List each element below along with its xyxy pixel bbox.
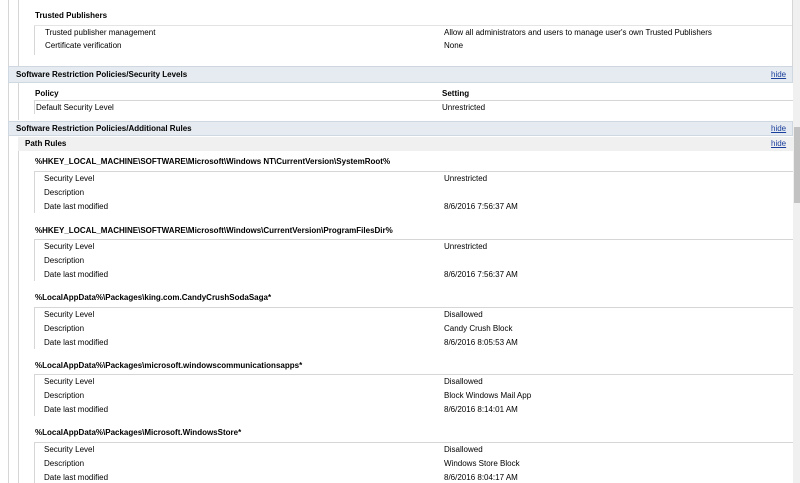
rule-left-line bbox=[34, 307, 35, 349]
rule-security-level-label: Security Level bbox=[44, 310, 95, 319]
path-rules-header bbox=[18, 137, 793, 151]
rule-description-label: Description bbox=[44, 391, 85, 400]
rule-date-modified-value: 8/6/2016 8:04:17 AM bbox=[444, 473, 518, 482]
trusted-publisher-management-label: Trusted publisher management bbox=[45, 28, 156, 37]
rule-top-line bbox=[34, 307, 793, 308]
rule-security-level-value: Disallowed bbox=[444, 310, 483, 319]
certificate-verification-label: Certificate verification bbox=[45, 41, 122, 50]
default-security-level-value: Unrestricted bbox=[442, 103, 486, 112]
rule-left-line bbox=[34, 171, 35, 213]
rule-security-level-label: Security Level bbox=[44, 174, 95, 183]
rule-path: %LocalAppData%\Packages\microsoft.window… bbox=[35, 361, 303, 370]
policy-column-header: Policy bbox=[35, 89, 59, 98]
rule-top-line bbox=[34, 171, 793, 172]
trusted-guide-line bbox=[18, 0, 19, 66]
rule-description-label: Description bbox=[44, 459, 85, 468]
path-rules-hide-link[interactable]: hide bbox=[771, 139, 786, 149]
rule-date-modified-value: 8/6/2016 7:56:37 AM bbox=[444, 202, 518, 211]
rule-description-value: Windows Store Block bbox=[444, 459, 520, 468]
rule-date-modified-value: 8/6/2016 7:56:37 AM bbox=[444, 270, 518, 279]
rule-security-level-label: Security Level bbox=[44, 445, 95, 454]
trusted-publishers-heading: Trusted Publishers bbox=[35, 11, 108, 20]
rule-description-value: Candy Crush Block bbox=[444, 324, 513, 333]
rule-path: %HKEY_LOCAL_MACHINE\SOFTWARE\Microsoft\W… bbox=[35, 157, 391, 166]
rule-date-modified-value: 8/6/2016 8:14:01 AM bbox=[444, 405, 518, 414]
security-guide-line bbox=[18, 83, 19, 120]
rule-security-level-value: Unrestricted bbox=[444, 242, 488, 251]
rule-path: %LocalAppData%\Packages\Microsoft.Window… bbox=[35, 428, 242, 437]
security-header-divider bbox=[34, 100, 793, 101]
rule-security-level-value: Disallowed bbox=[444, 445, 483, 454]
rule-security-level-value: Disallowed bbox=[444, 377, 483, 386]
rule-description-value: Block Windows Mail App bbox=[444, 391, 532, 400]
rule-description-label: Description bbox=[44, 256, 85, 265]
rule-security-level-label: Security Level bbox=[44, 242, 95, 251]
certificate-verification-value: None bbox=[444, 41, 464, 50]
rule-path: %HKEY_LOCAL_MACHINE\SOFTWARE\Microsoft\W… bbox=[35, 226, 393, 235]
rule-left-line bbox=[34, 239, 35, 281]
trusted-rows-top-line bbox=[34, 25, 792, 26]
rule-security-level-value: Unrestricted bbox=[444, 174, 488, 183]
rule-date-modified-value: 8/6/2016 8:05:53 AM bbox=[444, 338, 518, 347]
rule-date-modified-label: Date last modified bbox=[44, 270, 109, 279]
rule-date-modified-label: Date last modified bbox=[44, 202, 109, 211]
rule-path: %LocalAppData%\Packages\king.com.CandyCr… bbox=[35, 293, 272, 302]
path-rules-title: Path Rules bbox=[25, 139, 67, 148]
vertical-scrollbar[interactable] bbox=[793, 0, 800, 483]
rule-date-modified-label: Date last modified bbox=[44, 405, 109, 414]
default-security-level-label: Default Security Level bbox=[36, 103, 114, 112]
trusted-publisher-management-value: Allow all administrators and users to ma… bbox=[444, 28, 712, 37]
rule-top-line bbox=[34, 239, 793, 240]
rule-security-level-label: Security Level bbox=[44, 377, 95, 386]
additional-rules-title: Software Restriction Policies/Additional… bbox=[16, 124, 192, 133]
security-levels-title: Software Restriction Policies/Security L… bbox=[16, 70, 188, 79]
report-content: Trusted Publishers Trusted publisher man… bbox=[0, 0, 793, 483]
trusted-rows-left-line bbox=[34, 25, 35, 55]
security-row-left-line bbox=[34, 100, 35, 114]
rule-description-label: Description bbox=[44, 324, 85, 333]
rule-top-line bbox=[34, 442, 793, 443]
rule-top-line bbox=[34, 374, 793, 375]
setting-column-header: Setting bbox=[442, 89, 470, 98]
rule-description-label: Description bbox=[44, 188, 85, 197]
rule-left-line bbox=[34, 374, 35, 416]
path-rules-guide-line bbox=[18, 151, 19, 483]
security-levels-hide-link[interactable]: hide bbox=[771, 70, 786, 80]
scrollbar-thumb[interactable] bbox=[794, 127, 800, 203]
rule-date-modified-label: Date last modified bbox=[44, 473, 109, 482]
rule-date-modified-label: Date last modified bbox=[44, 338, 109, 347]
additional-rules-hide-link[interactable]: hide bbox=[771, 124, 786, 134]
rule-left-line bbox=[34, 442, 35, 483]
